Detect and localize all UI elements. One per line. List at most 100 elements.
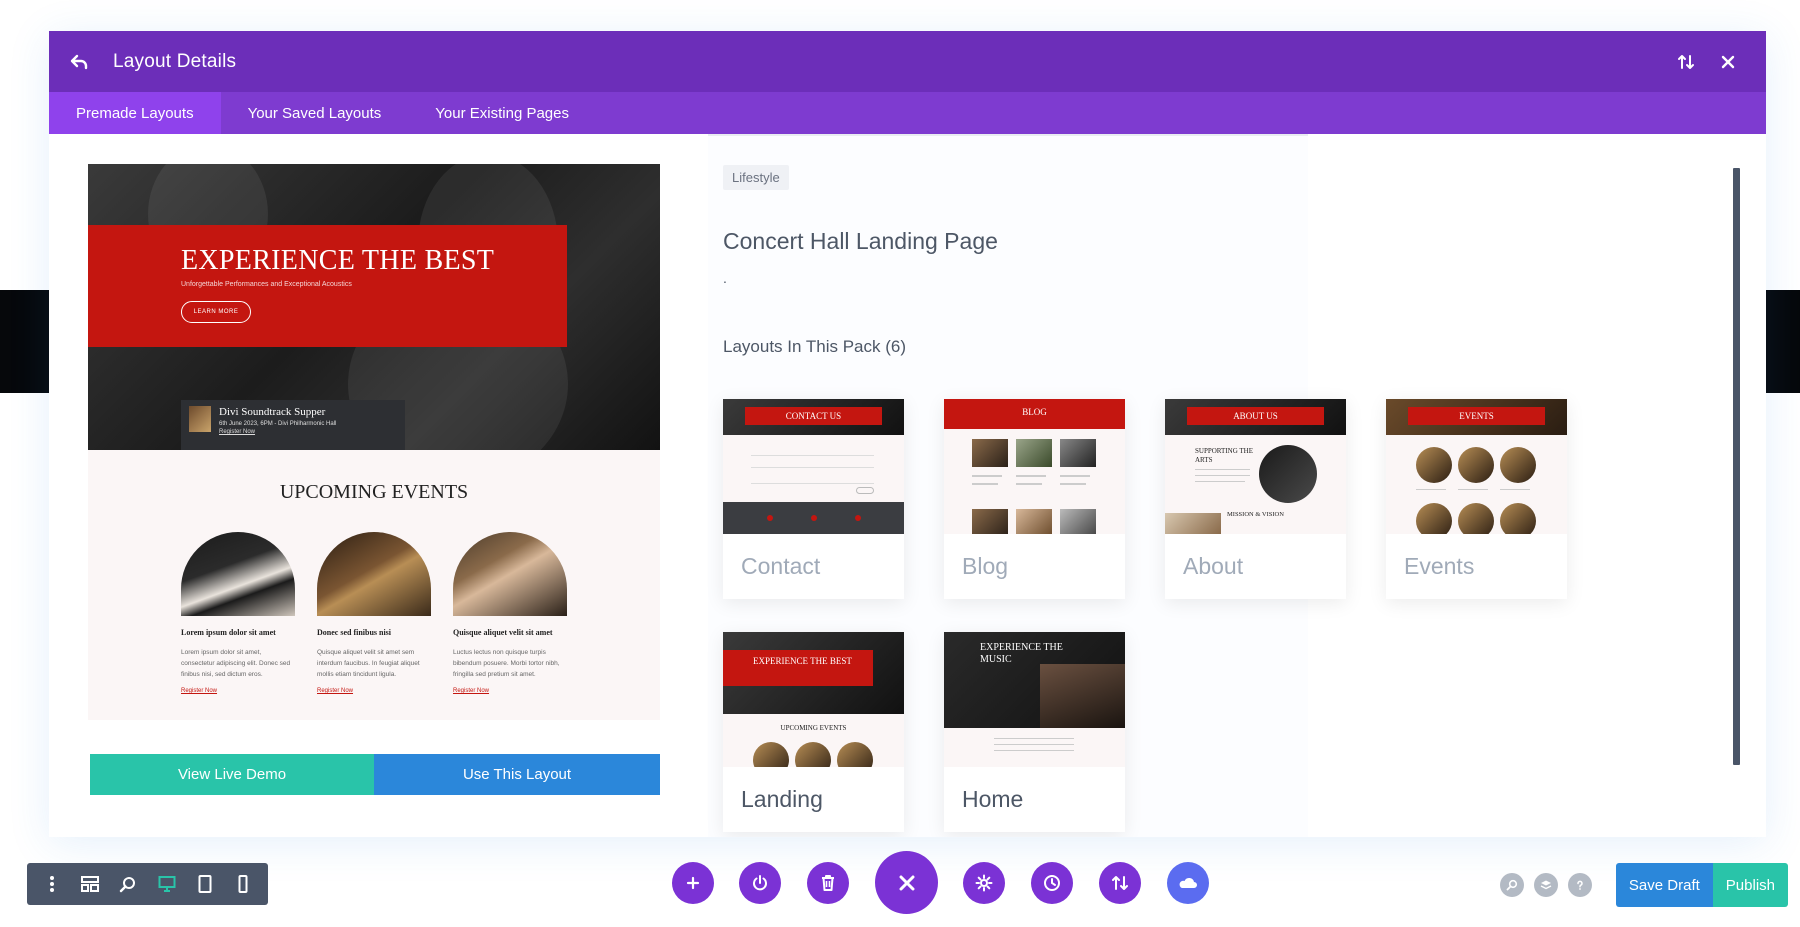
preview-hero: EXPERIENCE THE BEST Unforgettable Perfor… — [88, 164, 660, 450]
layout-card-blog[interactable]: BLOG Blog — [944, 399, 1125, 599]
zoom-button[interactable] — [114, 870, 142, 898]
card-label: Home — [962, 786, 1024, 812]
event-image — [1416, 503, 1452, 534]
layout-card-events[interactable]: EVENTS Events — [1386, 399, 1567, 599]
close-settings-button[interactable] — [875, 851, 938, 914]
search-icon — [120, 877, 136, 893]
history-button[interactable] — [1031, 862, 1073, 904]
blog-image — [1016, 509, 1052, 534]
form-field — [751, 467, 874, 468]
preview-events-section: UPCOMING EVENTS Lorem ipsum dolor sit am… — [88, 450, 660, 720]
contact-thumbnail: CONTACT US — [723, 399, 904, 534]
layout-preview: EXPERIENCE THE BEST Unforgettable Perfor… — [88, 164, 660, 795]
home-thumbnail: EXPERIENCE THE MUSIC — [944, 632, 1125, 767]
tablet-view-button[interactable] — [191, 870, 219, 898]
phone-view-button[interactable] — [229, 870, 257, 898]
clear-layout-button[interactable] — [807, 862, 849, 904]
contact-dot — [855, 515, 861, 521]
publish-button[interactable]: Publish — [1712, 863, 1788, 907]
layout-details-modal: Layout Details Premade Layouts Your Save… — [49, 31, 1766, 837]
blog-text-line — [972, 475, 1002, 477]
sort-layers-button[interactable] — [1099, 862, 1141, 904]
event-image — [1500, 447, 1536, 483]
event-column: Lorem ipsum dolor sit amet Lorem ipsum d… — [181, 532, 301, 694]
builder-actions-toolbar — [672, 847, 1212, 919]
drum-image — [1259, 445, 1317, 503]
preview-actions: View Live Demo Use This Layout — [90, 754, 660, 795]
layout-grid-icon — [81, 876, 100, 892]
about-text-line — [1195, 475, 1250, 476]
card-label: Events — [1404, 553, 1475, 579]
tab-premade-layouts[interactable]: Premade Layouts — [49, 92, 221, 134]
event-thumbnail — [189, 406, 211, 432]
event-image — [1458, 503, 1494, 534]
close-icon — [1721, 55, 1735, 68]
hero-banner: EXPERIENCE THE BEST Unforgettable Perfor… — [88, 225, 567, 347]
modal-header: Layout Details — [49, 31, 1766, 92]
desktop-view-button[interactable] — [153, 870, 181, 898]
event-column: Quisque aliquet velit sit amet Luctus le… — [453, 532, 573, 694]
layers-button[interactable] — [1533, 873, 1558, 897]
thumb-banner: BLOG — [1022, 407, 1047, 417]
desktop-icon — [158, 876, 176, 892]
help-button[interactable] — [1567, 873, 1592, 897]
tab-bar: Premade Layouts Your Saved Layouts Your … — [49, 92, 1766, 134]
about-text-line — [1195, 469, 1250, 470]
left-edge-strip — [0, 290, 50, 393]
thumb-hero-title: EXPERIENCE THE MUSIC — [980, 642, 1063, 665]
more-options-button[interactable] — [38, 870, 66, 898]
use-this-layout-button[interactable]: Use This Layout — [374, 754, 660, 795]
tab-saved-layouts[interactable]: Your Saved Layouts — [221, 92, 409, 134]
page-settings-button[interactable] — [963, 862, 1005, 904]
modal-content: EXPERIENCE THE BEST Unforgettable Perfor… — [49, 134, 1766, 837]
event-title: Lorem ipsum dolor sit amet — [181, 628, 276, 637]
events-text-line — [1416, 489, 1446, 490]
thumb-heading: SUPPORTING THE ARTS — [1195, 447, 1253, 464]
blog-text-line — [972, 483, 998, 485]
wireframe-view-button[interactable] — [76, 870, 104, 898]
events-text-line — [1500, 489, 1530, 490]
thumb-subheading: MISSION & VISION — [1227, 511, 1284, 518]
layout-pack-details: Lifestyle Concert Hall Landing Page . La… — [708, 134, 1758, 837]
cloud-icon — [1179, 877, 1197, 888]
vertical-dots-icon — [50, 876, 55, 892]
modal-title: Layout Details — [113, 50, 237, 72]
view-live-demo-button[interactable]: View Live Demo — [90, 754, 374, 795]
add-button[interactable] — [672, 862, 714, 904]
thumb-section-title: UPCOMING EVENTS — [780, 724, 847, 732]
sort-arrows-icon — [1112, 876, 1128, 890]
power-icon — [753, 875, 767, 891]
layout-card-landing[interactable]: EXPERIENCE THE BEST UPCOMING EVENTS Land… — [723, 632, 904, 832]
layout-card-home[interactable]: EXPERIENCE THE MUSIC Home — [944, 632, 1125, 832]
layout-card-contact[interactable]: CONTACT US Contact — [723, 399, 904, 599]
event-image — [1458, 447, 1494, 483]
portability-button[interactable] — [739, 862, 781, 904]
home-text-line — [994, 738, 1074, 739]
layers-icon — [1540, 880, 1552, 890]
tab-existing-pages[interactable]: Your Existing Pages — [408, 92, 596, 134]
layout-card-about[interactable]: ABOUT US SUPPORTING THE ARTS MISSION & V… — [1165, 399, 1346, 599]
event-register-link: Register Now — [181, 688, 218, 694]
divi-ai-button[interactable] — [1167, 862, 1209, 904]
hero-title: EXPERIENCE THE BEST — [181, 245, 495, 276]
help-icon — [1577, 880, 1583, 890]
close-icon — [899, 875, 914, 890]
blog-text-line — [1060, 483, 1086, 485]
landing-thumbnail: EXPERIENCE THE BEST UPCOMING EVENTS — [723, 632, 904, 767]
save-draft-button[interactable]: Save Draft — [1615, 863, 1713, 907]
details-scrollbar[interactable] — [1733, 168, 1740, 765]
featured-event-card: Divi Soundtrack Supper 6th June 2023, 6P… — [181, 400, 405, 450]
sort-button[interactable] — [1672, 48, 1700, 76]
close-button[interactable] — [1714, 48, 1742, 76]
category-tag[interactable]: Lifestyle — [723, 165, 789, 190]
card-label: About — [1183, 553, 1244, 579]
pack-title: Concert Hall Landing Page — [723, 228, 998, 254]
card-label: Landing — [741, 786, 823, 812]
contact-dot — [767, 515, 773, 521]
event-image — [1416, 447, 1452, 483]
search-button[interactable] — [1499, 873, 1524, 897]
search-icon — [1506, 879, 1518, 891]
event-register-link: Register Now — [317, 688, 354, 694]
about-thumbnail: ABOUT US SUPPORTING THE ARTS MISSION & V… — [1165, 399, 1346, 534]
back-button[interactable] — [65, 48, 93, 76]
